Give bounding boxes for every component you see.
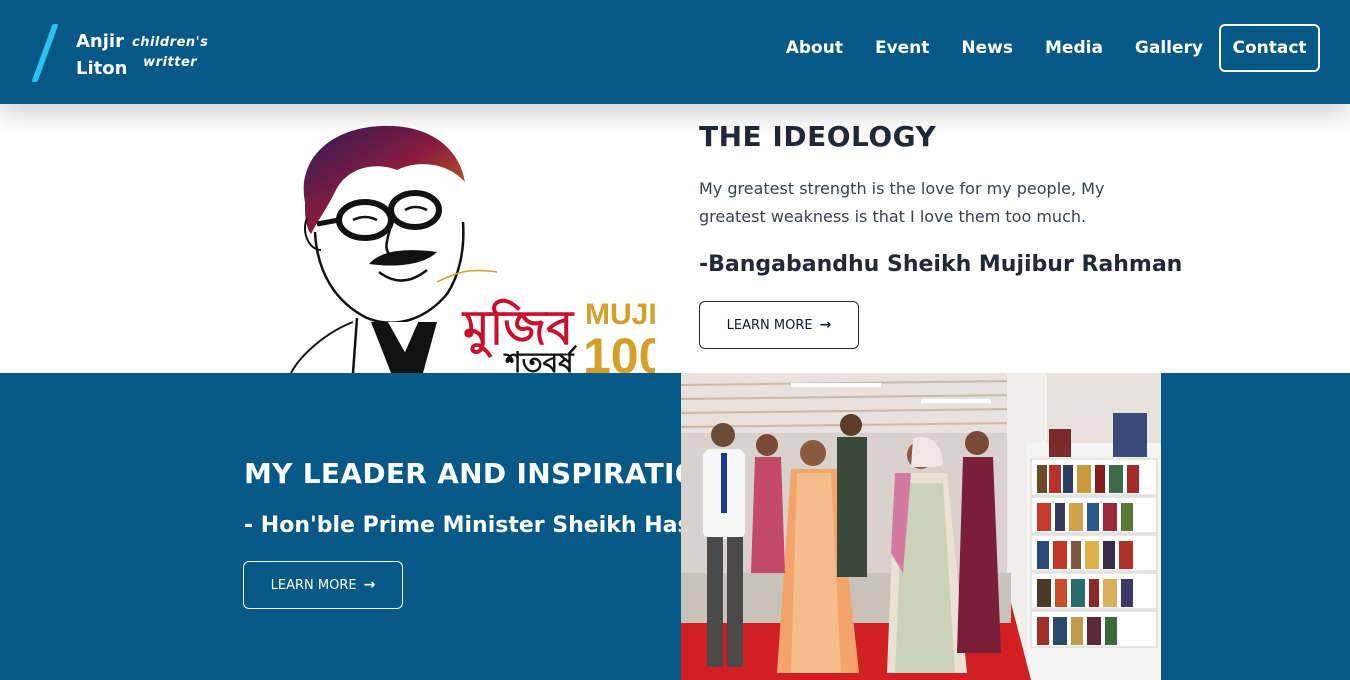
leader-subtitle: - Hon'ble Prime Minister Sheikh Hasina (244, 513, 729, 538)
leader-title: MY LEADER AND INSPIRATION (244, 457, 723, 490)
leader-photo-image (681, 373, 1161, 680)
nav-link-event[interactable]: Event (875, 38, 929, 58)
brand-name: Anjir Liton (76, 28, 127, 82)
navbar: Anjir Liton children's writter About Eve… (0, 0, 1350, 104)
nav-menu: About Event News Media Gallery Contact (786, 24, 1320, 72)
logo-mujib-text: MUJIB (585, 298, 655, 331)
logo-bangla-subtext: শতবর্ষ (503, 345, 578, 373)
brand-name-line1: Anjir (76, 31, 124, 52)
arrow-right-icon: → (819, 317, 832, 333)
ideology-title: THE IDEOLOGY (699, 120, 937, 153)
arrow-right-icon: → (363, 577, 376, 593)
brand-tagline-line1: children's (132, 35, 209, 50)
leader-learn-more-button[interactable]: LEARN MORE → (243, 561, 403, 609)
leader-section: MY LEADER AND INSPIRATION - Hon'ble Prim… (0, 373, 1350, 680)
leader-learn-more-label: LEARN MORE (270, 577, 357, 593)
nav-link-media[interactable]: Media (1045, 38, 1103, 58)
brand-name-line2: Liton (76, 58, 128, 79)
brand-slash-icon (31, 24, 59, 82)
ideology-author: -Bangabandhu Sheikh Mujibur Rahman (699, 252, 1183, 277)
brand-tagline-line2: writter (143, 55, 198, 70)
nav-link-about[interactable]: About (786, 38, 843, 58)
logo-100-text: 100 (583, 328, 655, 373)
nav-link-news[interactable]: News (961, 38, 1013, 58)
ideology-quote: My greatest strength is the love for my … (699, 179, 1105, 226)
brand-logo[interactable]: Anjir Liton children's writter (31, 22, 240, 82)
ideology-section: মুজিব শতবর্ষ MUJIB 100 THE IDEOLOGY My g… (0, 104, 1350, 373)
ideology-learn-more-label: LEARN MORE (726, 317, 813, 333)
ideology-learn-more-button[interactable]: LEARN MORE → (699, 301, 859, 349)
mujib-100-logo-image: মুজিব শতবর্ষ MUJIB 100 (290, 125, 655, 373)
nav-link-gallery[interactable]: Gallery (1135, 38, 1203, 58)
contact-button[interactable]: Contact (1219, 24, 1320, 72)
brand-tagline: children's writter (132, 33, 208, 73)
